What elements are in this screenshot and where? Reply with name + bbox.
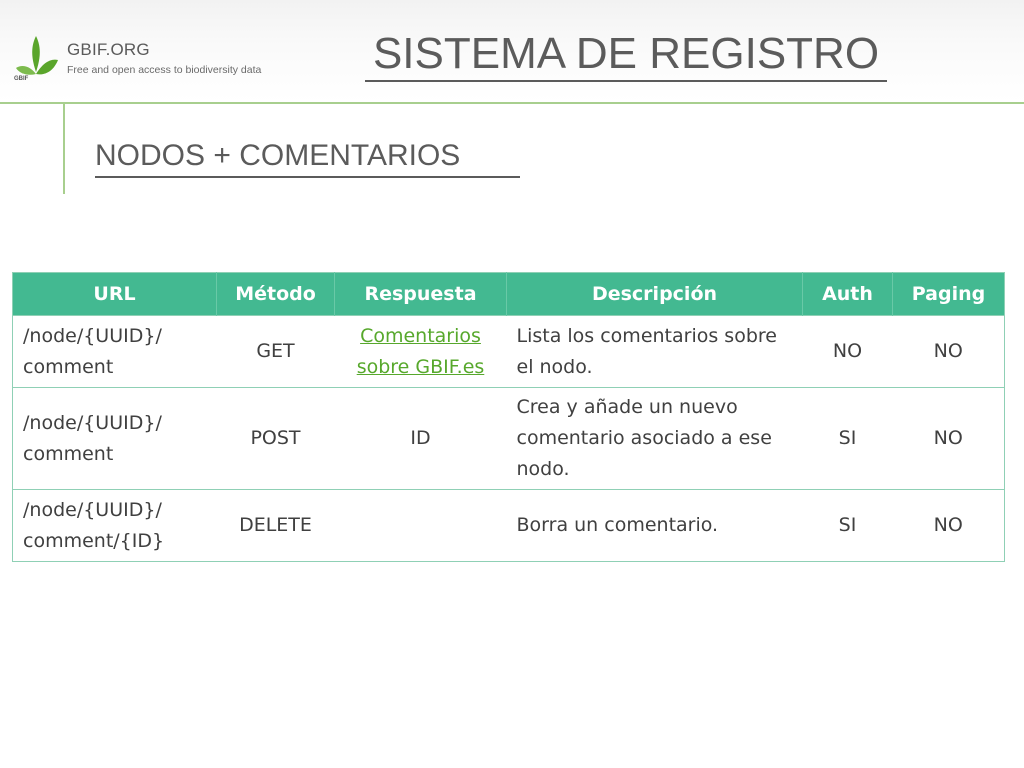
cell-response: Comentarios sobre GBIF.es [334,315,507,388]
column-header-url: URL [12,272,217,316]
cell-description: Borra un comentario. [506,489,803,562]
logo-text: GBIF [14,76,29,82]
table-header-row: URL Método Respuesta Descripción Auth Pa… [12,272,1005,316]
column-header-auth: Auth [802,272,893,316]
cell-auth: SI [802,489,893,562]
column-header-paging: Paging [892,272,1005,316]
response-link[interactable]: Comentarios sobre GBIF.es [357,325,485,378]
cell-paging: NO [892,315,1005,388]
cell-url: /node/{UUID}/ comment/{ID} [12,489,217,562]
column-header-response: Respuesta [334,272,507,316]
table-row: /node/{UUID}/ comment GET Comentarios so… [12,315,1005,388]
cell-method: GET [216,315,335,388]
cell-description: Crea y añade un nuevo comentario asociad… [506,387,803,490]
brand-name: GBIF.ORG [67,40,150,59]
api-endpoints-table: URL Método Respuesta Descripción Auth Pa… [12,272,1005,562]
slide-header: GBIF GBIF.ORG Free and open access to bi… [0,0,1024,104]
cell-response [334,489,507,562]
cell-method: DELETE [216,489,335,562]
cell-description: Lista los comentarios sobre el nodo. [506,315,803,388]
cell-auth: SI [802,387,893,490]
cell-url: /node/{UUID}/ comment [12,315,217,388]
brand-tagline: Free and open access to biodiversity dat… [67,64,262,76]
gbif-leaf-logo-icon: GBIF [14,36,58,82]
cell-auth: NO [802,315,893,388]
table-row: /node/{UUID}/ comment POST ID Crea y aña… [12,387,1005,490]
cell-method: POST [216,387,335,490]
table-row: /node/{UUID}/ comment/{ID} DELETE Borra … [12,489,1005,562]
cell-response: ID [334,387,507,490]
slide-title: SISTEMA DE REGISTRO [365,28,887,82]
section-subtitle: NODOS + COMENTARIOS [95,136,520,178]
cell-paging: NO [892,387,1005,490]
cell-paging: NO [892,489,1005,562]
vertical-accent-rule [63,104,65,194]
cell-url: /node/{UUID}/ comment [12,387,217,490]
column-header-method: Método [216,272,335,316]
column-header-description: Descripción [506,272,803,316]
